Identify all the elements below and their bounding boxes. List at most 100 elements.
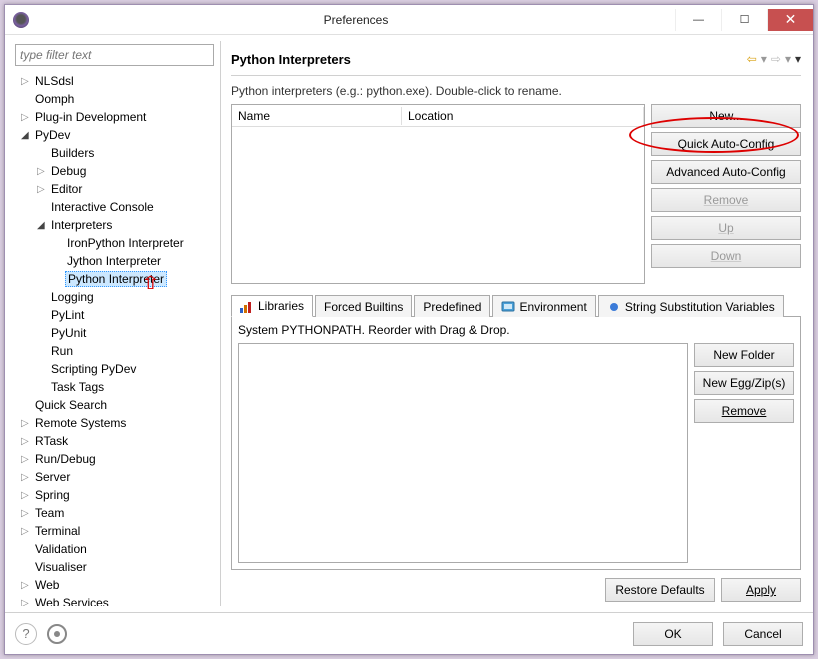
filter-input[interactable] xyxy=(15,44,214,66)
pythonpath-list[interactable] xyxy=(238,343,688,563)
tree-item[interactable]: Validation xyxy=(13,540,218,558)
tab-libraries-label: Libraries xyxy=(258,299,304,313)
tree-arrow-icon[interactable]: ▷ xyxy=(21,76,33,87)
new-button[interactable]: New... xyxy=(651,104,801,128)
tree-item-label: RTask xyxy=(33,434,70,448)
tree-item[interactable]: Visualiser xyxy=(13,558,218,576)
tree-item[interactable]: ▷NLSdsl xyxy=(13,72,218,90)
remove-button[interactable]: Remove xyxy=(651,188,801,212)
tree-item[interactable]: Jython Interpreter xyxy=(13,252,218,270)
tree-item[interactable]: Quick Search xyxy=(13,396,218,414)
tab-environment-label: Environment xyxy=(519,300,586,314)
tree-item[interactable]: ▷Web Services xyxy=(13,594,218,606)
tree-item[interactable]: Logging xyxy=(13,288,218,306)
titlebar: Preferences — ☐ ✕ xyxy=(5,5,813,35)
tree-arrow-icon[interactable]: ▷ xyxy=(21,490,33,501)
pythonpath-remove-button[interactable]: Remove xyxy=(694,399,794,423)
tree-item[interactable]: Python Interpreter xyxy=(13,270,218,288)
tree-arrow-icon[interactable]: ▷ xyxy=(21,508,33,519)
close-button[interactable]: ✕ xyxy=(767,9,813,31)
tree-item[interactable]: PyLint xyxy=(13,306,218,324)
tab-predefined[interactable]: Predefined xyxy=(414,295,490,317)
quick-auto-config-button[interactable]: Quick Auto-Config xyxy=(651,132,801,156)
tree-item[interactable]: PyUnit xyxy=(13,324,218,342)
tree-item[interactable]: ▷Server xyxy=(13,468,218,486)
tree-item-label: Oomph xyxy=(33,92,76,106)
interpreters-table[interactable]: Name Location xyxy=(231,104,645,284)
tab-libraries[interactable]: Libraries xyxy=(231,295,313,317)
tree-item[interactable]: Scripting PyDev xyxy=(13,360,218,378)
tree-item[interactable]: ◢PyDev xyxy=(13,126,218,144)
tree-arrow-icon[interactable]: ▷ xyxy=(37,184,49,195)
tree-item[interactable]: Builders xyxy=(13,144,218,162)
right-pane: Python Interpreters ⇦ ▾ ⇨ ▾ ▾ Python int… xyxy=(225,41,807,606)
tree-arrow-icon[interactable]: ▷ xyxy=(21,580,33,591)
tree-item-label: IronPython Interpreter xyxy=(65,236,186,250)
tree-arrow-icon[interactable]: ▷ xyxy=(21,418,33,429)
tree-arrow-icon[interactable]: ▷ xyxy=(21,472,33,483)
tree-item-label: Builders xyxy=(49,146,96,160)
new-folder-button[interactable]: New Folder xyxy=(694,343,794,367)
tree-arrow-icon[interactable]: ▷ xyxy=(21,598,33,607)
tab-forced-builtins[interactable]: Forced Builtins xyxy=(315,295,412,317)
up-button[interactable]: Up xyxy=(651,216,801,240)
preferences-tree[interactable]: ▷NLSdsl Oomph ▷Plug-in Development◢PyDev Bu… xyxy=(11,72,218,606)
nav-forward-menu-icon[interactable]: ▾ xyxy=(785,52,791,66)
app-icon xyxy=(13,12,29,28)
tree-item[interactable]: ▷Run/Debug xyxy=(13,450,218,468)
tree-arrow-icon[interactable]: ▷ xyxy=(21,526,33,537)
help-icon[interactable]: ? xyxy=(15,623,37,645)
tree-item-label: Run/Debug xyxy=(33,452,98,466)
tree-item[interactable]: ▷Debug xyxy=(13,162,218,180)
restore-defaults-button[interactable]: Restore Defaults xyxy=(605,578,715,602)
left-pane: ▷NLSdsl Oomph ▷Plug-in Development◢PyDev Bu… xyxy=(11,41,221,606)
tree-item[interactable]: IronPython Interpreter xyxy=(13,234,218,252)
minimize-button[interactable]: — xyxy=(675,9,721,31)
environment-icon xyxy=(501,300,515,314)
ok-button[interactable]: OK xyxy=(633,622,713,646)
tree-item[interactable]: ▷Editor xyxy=(13,180,218,198)
tree-item-label: Editor xyxy=(49,182,84,196)
tree-arrow-icon[interactable]: ◢ xyxy=(37,220,49,231)
tree-item[interactable]: Interactive Console xyxy=(13,198,218,216)
nav-back-icon[interactable]: ⇦ xyxy=(747,52,757,66)
tree-item-label: Logging xyxy=(49,290,96,304)
tree-arrow-icon[interactable]: ◢ xyxy=(21,130,33,141)
tree-item-label: Terminal xyxy=(33,524,82,538)
advanced-auto-config-button[interactable]: Advanced Auto-Config xyxy=(651,160,801,184)
maximize-button[interactable]: ☐ xyxy=(721,9,767,31)
tree-item[interactable]: ◢Interpreters xyxy=(13,216,218,234)
apply-button[interactable]: Apply xyxy=(721,578,801,602)
import-export-icon[interactable] xyxy=(47,624,67,644)
nav-back-menu-icon[interactable]: ▾ xyxy=(761,52,767,66)
tree-item[interactable]: ▷Spring xyxy=(13,486,218,504)
tab-environment[interactable]: Environment xyxy=(492,295,595,317)
down-button[interactable]: Down xyxy=(651,244,801,268)
cancel-button[interactable]: Cancel xyxy=(723,622,803,646)
tab-string-substitution[interactable]: String Substitution Variables xyxy=(598,295,784,317)
tree-item[interactable]: Oomph xyxy=(13,90,218,108)
view-menu-icon[interactable]: ▾ xyxy=(795,52,801,66)
tree-item[interactable]: ▷Plug-in Development xyxy=(13,108,218,126)
window-title: Preferences xyxy=(37,13,675,27)
tree-item[interactable]: Run xyxy=(13,342,218,360)
tree-item[interactable]: ▷Remote Systems xyxy=(13,414,218,432)
tree-item-label: Quick Search xyxy=(33,398,109,412)
tree-item[interactable]: ▷Terminal xyxy=(13,522,218,540)
tree-item[interactable]: Task Tags xyxy=(13,378,218,396)
libraries-icon xyxy=(240,299,254,313)
tree-item-label: Server xyxy=(33,470,72,484)
tree-arrow-icon[interactable]: ▷ xyxy=(37,166,49,177)
tree-item[interactable]: ▷RTask xyxy=(13,432,218,450)
tree-arrow-icon[interactable]: ▷ xyxy=(21,454,33,465)
tree-arrow-icon[interactable]: ▷ xyxy=(21,436,33,447)
tabs: Libraries Forced Builtins Predefined Env… xyxy=(231,294,801,317)
column-location[interactable]: Location xyxy=(402,107,644,125)
tree-item[interactable]: ▷Web xyxy=(13,576,218,594)
tree-item-label: Debug xyxy=(49,164,88,178)
nav-forward-icon[interactable]: ⇨ xyxy=(771,52,781,66)
column-name[interactable]: Name xyxy=(232,107,402,125)
new-egg-zip-button[interactable]: New Egg/Zip(s) xyxy=(694,371,794,395)
tree-item[interactable]: ▷Team xyxy=(13,504,218,522)
tree-arrow-icon[interactable]: ▷ xyxy=(21,112,33,123)
